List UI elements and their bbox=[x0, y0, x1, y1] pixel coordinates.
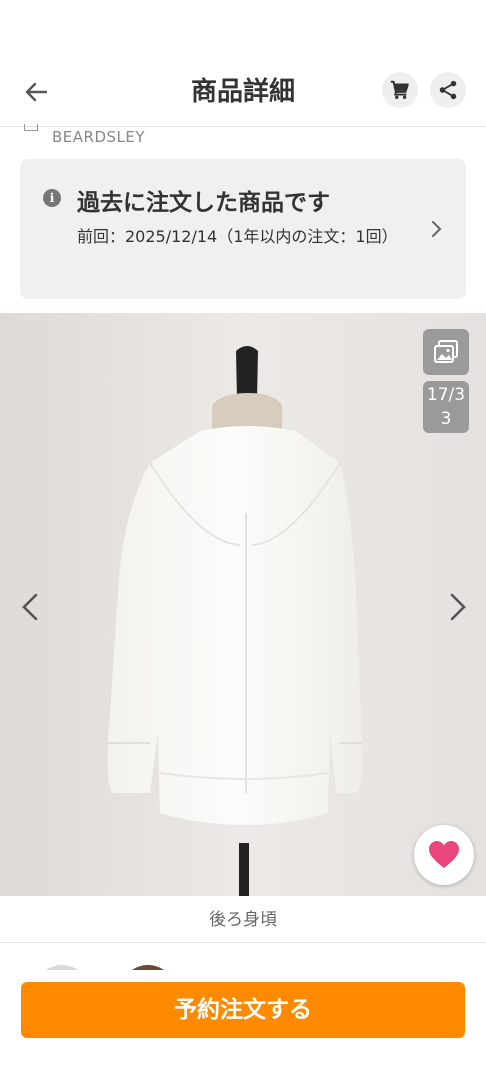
info-icon: i bbox=[43, 189, 61, 207]
footer-bar: 予約注文する bbox=[0, 970, 486, 1080]
product-image bbox=[0, 313, 486, 896]
image-gallery-icon bbox=[434, 340, 458, 363]
cart-icon bbox=[390, 80, 409, 99]
chevron-left-icon bbox=[22, 593, 38, 621]
app-header: 商品詳細 bbox=[0, 60, 486, 127]
image-counter: 17/33 bbox=[423, 381, 469, 433]
chevron-right-icon bbox=[450, 593, 466, 621]
brand-row: BEARDSLEY bbox=[0, 124, 486, 152]
brand-icon bbox=[24, 124, 38, 131]
share-icon bbox=[439, 80, 457, 100]
heart-icon bbox=[429, 841, 459, 868]
brand-name[interactable]: BEARDSLEY bbox=[52, 128, 145, 146]
image-caption: 後ろ身頃 bbox=[0, 896, 486, 943]
notice-detail: 前回：2025/12/14（1年以内の注文：1回） bbox=[77, 227, 398, 246]
previous-order-notice[interactable]: i 過去に注文した商品です 前回：2025/12/14（1年以内の注文：1回） bbox=[20, 159, 466, 299]
next-image-button[interactable] bbox=[440, 587, 476, 627]
view-all-images-button[interactable] bbox=[423, 329, 469, 375]
cart-button[interactable] bbox=[382, 72, 418, 108]
product-image-gallery[interactable]: 17/33 bbox=[0, 313, 486, 896]
chevron-right-icon bbox=[432, 221, 442, 237]
favorite-button[interactable] bbox=[414, 825, 474, 885]
previous-image-button[interactable] bbox=[12, 587, 48, 627]
notice-title: 過去に注文した商品です bbox=[77, 190, 330, 216]
reserve-order-button[interactable]: 予約注文する bbox=[21, 982, 465, 1038]
share-button[interactable] bbox=[430, 72, 466, 108]
